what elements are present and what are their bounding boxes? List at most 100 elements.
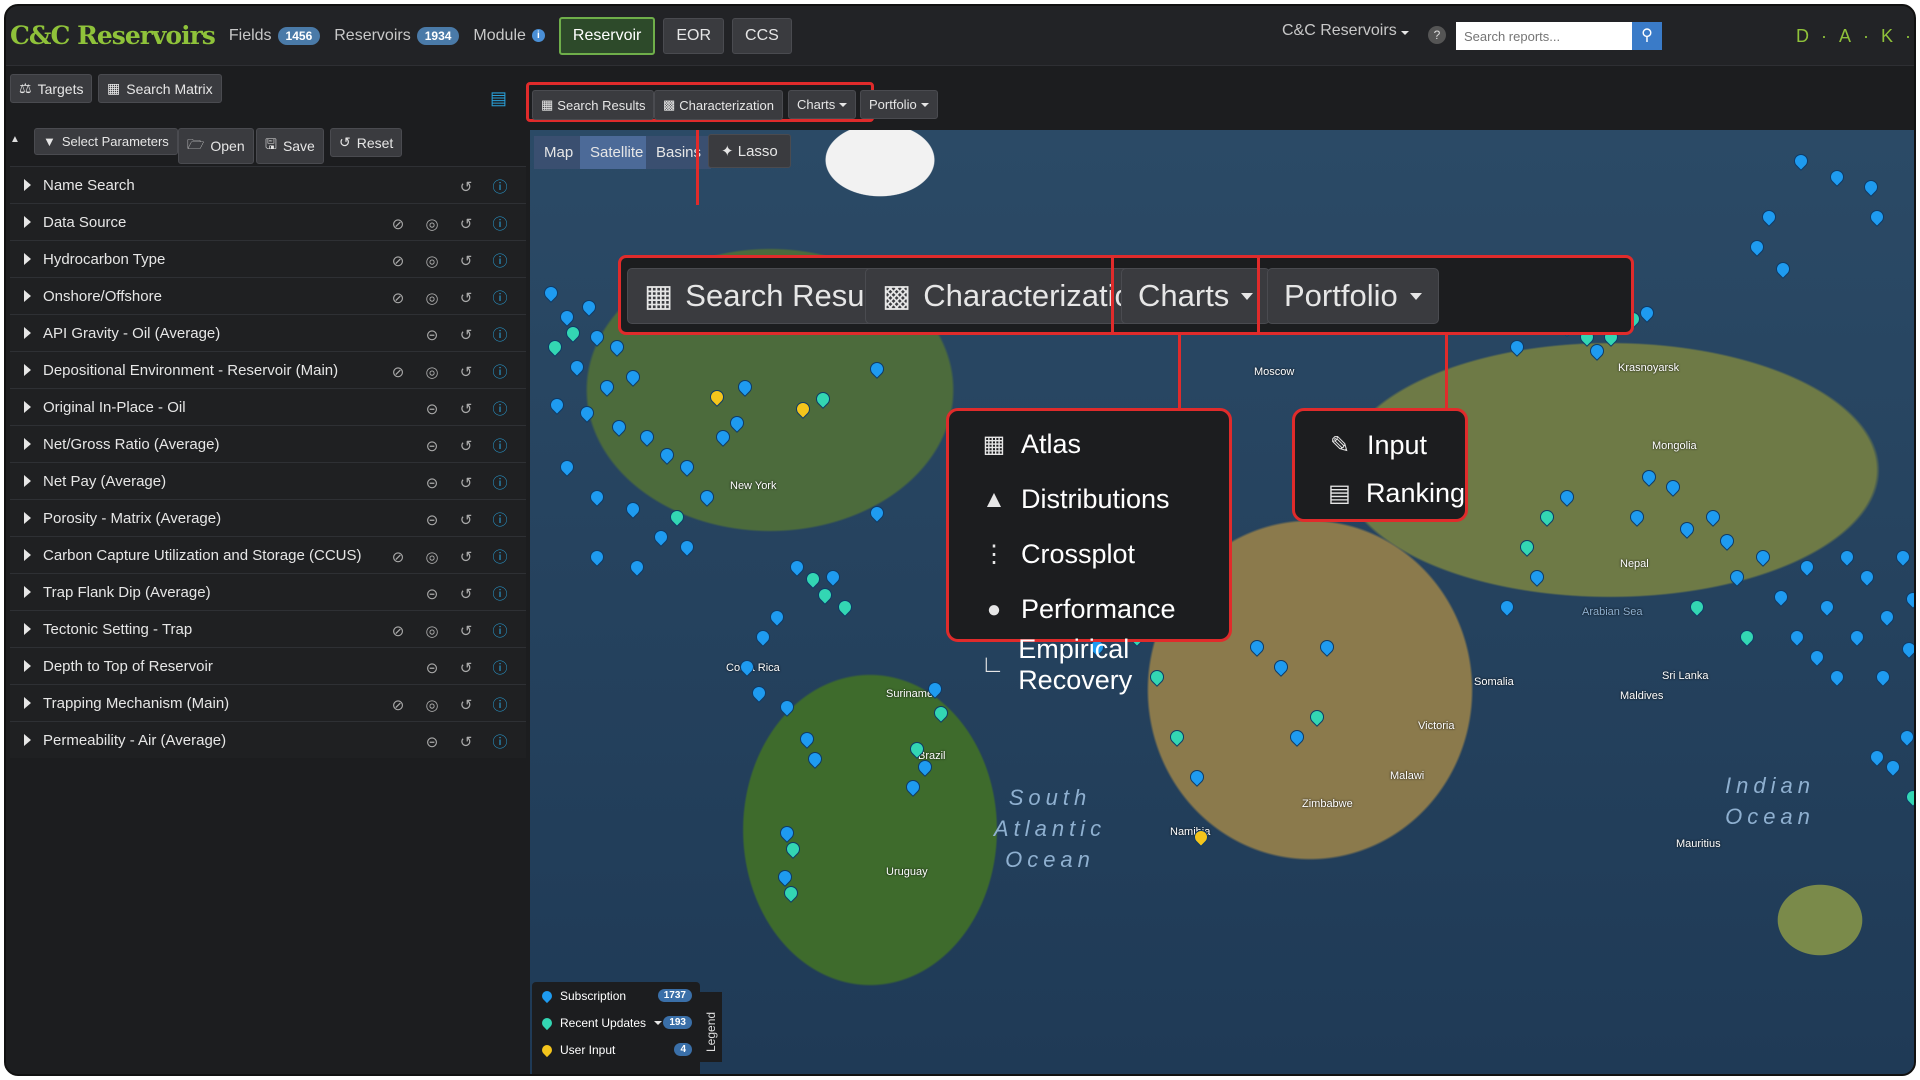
select-parameters-button[interactable]: ▼ Select Parameters bbox=[34, 128, 178, 155]
reservoir-marker-icon[interactable] bbox=[803, 569, 823, 589]
reservoir-marker-icon[interactable] bbox=[677, 537, 697, 557]
legend-item-user-input[interactable]: User Input 4 bbox=[532, 1036, 700, 1063]
map-type-map[interactable]: Map bbox=[534, 136, 584, 169]
reservoir-marker-icon[interactable] bbox=[587, 327, 607, 347]
reservoir-marker-icon[interactable] bbox=[1747, 237, 1767, 257]
reset-icon[interactable]: ↺ bbox=[456, 696, 476, 714]
globe-icon[interactable]: ◎ bbox=[422, 363, 442, 381]
reservoir-marker-icon[interactable] bbox=[1727, 567, 1747, 587]
parameter-row[interactable]: Name Search ↺ ⓘ bbox=[10, 166, 526, 203]
parameter-row[interactable]: Hydrocarbon Type ⊘ ◎ ↺ ⓘ bbox=[10, 240, 526, 277]
search-button[interactable]: ⚲ bbox=[1632, 22, 1662, 50]
info-icon[interactable]: ⓘ bbox=[490, 657, 510, 678]
expand-icon[interactable] bbox=[24, 586, 31, 598]
exclude-icon[interactable]: ⊘ bbox=[388, 289, 408, 307]
reservoir-marker-icon[interactable] bbox=[753, 627, 773, 647]
module-eor-button[interactable]: EOR bbox=[663, 17, 725, 54]
reservoir-marker-icon[interactable] bbox=[735, 377, 755, 397]
reservoir-marker-icon[interactable] bbox=[541, 283, 561, 303]
expand-icon[interactable] bbox=[24, 475, 31, 487]
reservoir-marker-icon[interactable] bbox=[1773, 259, 1793, 279]
info-icon[interactable]: ⓘ bbox=[490, 287, 510, 308]
reservoir-marker-icon[interactable] bbox=[805, 749, 825, 769]
range-icon[interactable]: ⊝ bbox=[422, 659, 442, 677]
collapse-icon[interactable]: ▲ bbox=[10, 134, 24, 145]
menu-item-input[interactable]: ✎ Input bbox=[1295, 421, 1465, 469]
reservoir-marker-icon[interactable] bbox=[1497, 597, 1517, 617]
exclude-icon[interactable]: ⊘ bbox=[388, 252, 408, 270]
expand-icon[interactable] bbox=[24, 290, 31, 302]
reservoir-marker-icon[interactable] bbox=[1287, 727, 1307, 747]
reservoir-marker-icon[interactable] bbox=[597, 377, 617, 397]
reservoir-marker-icon[interactable] bbox=[1797, 557, 1817, 577]
info-icon[interactable]: ⓘ bbox=[490, 435, 510, 456]
exclude-icon[interactable]: ⊘ bbox=[388, 363, 408, 381]
reset-icon[interactable]: ↺ bbox=[456, 622, 476, 640]
parameter-row[interactable]: Depth to Top of Reservoir ⊝ ↺ ⓘ bbox=[10, 647, 526, 684]
reservoir-marker-icon[interactable] bbox=[835, 597, 855, 617]
parameter-row[interactable]: Carbon Capture Utilization and Storage (… bbox=[10, 536, 526, 573]
reservoir-marker-icon[interactable] bbox=[1687, 597, 1707, 617]
expand-icon[interactable] bbox=[24, 179, 31, 191]
reset-icon[interactable]: ↺ bbox=[456, 548, 476, 566]
reservoir-marker-icon[interactable] bbox=[1847, 627, 1867, 647]
info-icon[interactable]: ⓘ bbox=[490, 694, 510, 715]
reset-icon[interactable]: ↺ bbox=[456, 252, 476, 270]
reservoir-marker-icon[interactable] bbox=[1899, 639, 1914, 659]
reservoir-marker-icon[interactable] bbox=[867, 359, 887, 379]
range-icon[interactable]: ⊝ bbox=[422, 511, 442, 529]
reservoir-marker-icon[interactable] bbox=[657, 445, 677, 465]
globe-icon[interactable]: ◎ bbox=[422, 289, 442, 307]
parameter-row[interactable]: Data Source ⊘ ◎ ↺ ⓘ bbox=[10, 203, 526, 240]
reservoir-marker-icon[interactable] bbox=[903, 777, 923, 797]
expand-icon[interactable] bbox=[24, 327, 31, 339]
info-icon[interactable]: ⓘ bbox=[490, 213, 510, 234]
info-icon[interactable]: ⓘ bbox=[490, 509, 510, 530]
reservoir-marker-icon[interactable] bbox=[1771, 587, 1791, 607]
reservoir-marker-icon[interactable] bbox=[1817, 597, 1837, 617]
reservoir-marker-icon[interactable] bbox=[587, 547, 607, 567]
range-icon[interactable]: ⊝ bbox=[422, 733, 442, 751]
map-type-basins[interactable]: Basins bbox=[646, 136, 712, 169]
reservoir-marker-icon[interactable] bbox=[637, 427, 657, 447]
reservoir-marker-icon[interactable] bbox=[815, 585, 835, 605]
reservoir-marker-icon[interactable] bbox=[1903, 589, 1914, 609]
module-ccs-button[interactable]: CCS bbox=[732, 17, 792, 54]
expand-icon[interactable] bbox=[24, 660, 31, 672]
portfolio-dropdown-zoom[interactable]: Portfolio bbox=[1267, 268, 1439, 324]
reservoir-marker-icon[interactable] bbox=[1827, 167, 1847, 187]
globe-icon[interactable]: ◎ bbox=[422, 696, 442, 714]
info-icon[interactable]: ⓘ bbox=[490, 620, 510, 641]
menu-item-performance[interactable]: ● Performance bbox=[949, 582, 1229, 637]
daks-logo[interactable]: D·A·K·S bbox=[1796, 26, 1914, 47]
reservoir-marker-icon[interactable] bbox=[1873, 667, 1893, 687]
expand-icon[interactable] bbox=[24, 697, 31, 709]
globe-icon[interactable]: ◎ bbox=[422, 622, 442, 640]
expand-icon[interactable] bbox=[24, 623, 31, 635]
reservoir-marker-icon[interactable] bbox=[1537, 507, 1557, 527]
charts-dropdown[interactable]: Charts bbox=[788, 90, 857, 119]
reservoir-marker-icon[interactable] bbox=[823, 567, 843, 587]
range-icon[interactable]: ⊝ bbox=[422, 474, 442, 492]
reservoir-marker-icon[interactable] bbox=[697, 487, 717, 507]
expand-icon[interactable] bbox=[24, 253, 31, 265]
reservoir-marker-icon[interactable] bbox=[1639, 467, 1659, 487]
reservoir-marker-icon[interactable] bbox=[587, 487, 607, 507]
reservoir-marker-icon[interactable] bbox=[1883, 757, 1903, 777]
reservoir-marker-icon[interactable] bbox=[1247, 637, 1267, 657]
open-button[interactable]: 🗁 Open bbox=[178, 128, 254, 164]
info-icon[interactable]: ⓘ bbox=[490, 472, 510, 493]
reservoir-marker-icon[interactable] bbox=[1837, 547, 1857, 567]
info-icon[interactable]: ⓘ bbox=[490, 324, 510, 345]
menu-item-atlas[interactable]: ▦ Atlas bbox=[949, 417, 1229, 472]
expand-icon[interactable] bbox=[24, 401, 31, 413]
reservoir-marker-icon[interactable] bbox=[1903, 787, 1914, 807]
help-icon[interactable]: ? bbox=[1428, 26, 1446, 44]
nav-fields[interactable]: Fields 1456 bbox=[229, 26, 321, 45]
legend-item-subscription[interactable]: Subscription 1737 bbox=[532, 982, 700, 1009]
exclude-icon[interactable]: ⊘ bbox=[388, 215, 408, 233]
reset-icon[interactable]: ↺ bbox=[456, 363, 476, 381]
reservoir-marker-icon[interactable] bbox=[579, 297, 599, 317]
reservoir-marker-icon[interactable] bbox=[545, 337, 565, 357]
book-icon[interactable]: ▤ bbox=[490, 88, 510, 108]
